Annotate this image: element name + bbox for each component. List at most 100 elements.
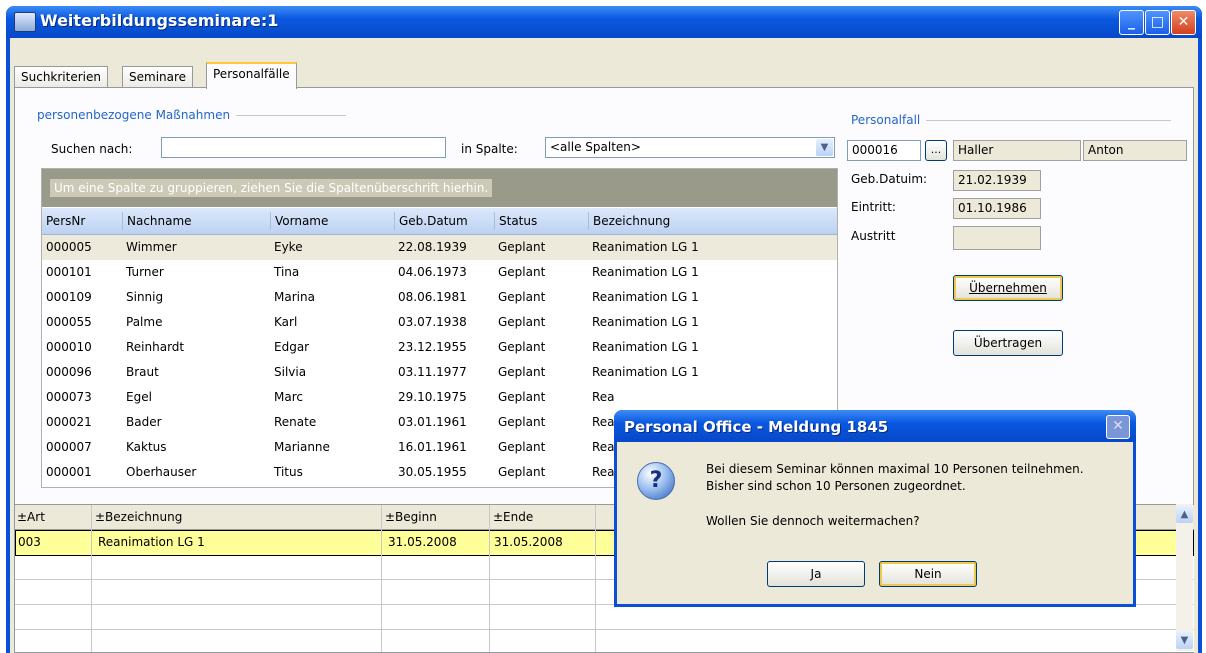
col-header-gebdatum[interactable]: Geb.Datum	[394, 212, 468, 230]
cell-status: Geplant	[498, 415, 546, 429]
cell-nachname: Reinhardt	[126, 340, 185, 354]
cell-bezeichnung: Rea	[592, 390, 615, 404]
table-row[interactable]: 000055 Palme Karl 03.07.1938 Geplant Reanimat…	[42, 310, 837, 335]
cell-vorname: Edgar	[274, 340, 310, 354]
window-titlebar[interactable]: Weiterbildungsseminare:1 _ □ ✕	[6, 6, 1202, 38]
cell-persnr: 000109	[46, 290, 92, 304]
browse-button[interactable]: ...	[925, 140, 947, 161]
cell-persnr: 000055	[46, 315, 92, 329]
divider	[236, 115, 347, 116]
vertical-scrollbar[interactable]: ▲ ▼	[1176, 504, 1193, 651]
scroll-up-icon[interactable]: ▲	[1176, 506, 1193, 523]
table-row[interactable]: 000101 Turner Tina 04.06.1973 Geplant Reanima…	[42, 260, 837, 285]
table-row[interactable]: 000096 Braut Silvia 03.11.1977 Geplant Reanim…	[42, 360, 837, 385]
uebertragen-button[interactable]: Übertragen	[953, 330, 1063, 356]
col-header-status[interactable]: Status	[494, 212, 537, 230]
cell-bezeichnung: Rea	[592, 415, 615, 429]
yes-button[interactable]: Ja	[767, 561, 865, 587]
table-row[interactable]	[15, 605, 1194, 630]
uebernehmen-button[interactable]: Übernehmen	[953, 275, 1063, 301]
dialog-body: ? Bei diesem Seminar können maximal 10 P…	[617, 442, 1133, 604]
cell-nachname: Egel	[126, 390, 152, 404]
cell-vorname: Silvia	[274, 365, 307, 379]
col-header-nachname[interactable]: Nachname	[122, 212, 192, 230]
group-hint: Um eine Spalte zu gruppieren, ziehen Sie…	[50, 179, 493, 197]
close-icon[interactable]: ✕	[1106, 415, 1130, 439]
cell-status: Geplant	[498, 390, 546, 404]
column-select[interactable]: <alle Spalten> ▼	[545, 137, 835, 158]
austritt-label: Austritt	[851, 229, 896, 243]
uebernehmen-label: Übernehmen	[969, 281, 1047, 295]
cell-nachname: Kaktus	[126, 440, 167, 454]
app-icon	[14, 12, 36, 32]
eintritt-field: 01.10.1986	[953, 198, 1041, 219]
col-header-persnr[interactable]: PersNr	[42, 212, 85, 230]
col-divider	[489, 505, 490, 652]
cell-vorname: Eyke	[274, 240, 303, 254]
search-group-title: personenbezogene Maßnahmen	[37, 108, 347, 122]
geb-label: Geb.Datuim:	[851, 172, 928, 186]
cell-nachname: Bader	[126, 415, 162, 429]
maximize-icon[interactable]: □	[1145, 10, 1170, 35]
nachname-field: Haller	[953, 140, 1081, 161]
divider	[926, 120, 1172, 121]
cell-nachname: Palme	[126, 315, 163, 329]
cell-ende: 31.05.2008	[494, 535, 563, 549]
cell-bezeichnung: Reanimation LG 1	[592, 315, 699, 329]
col-header-bezeichnung[interactable]: Bezeichnung	[588, 212, 670, 230]
cell-bezeichnung: Reanimation LG 1	[592, 240, 699, 254]
no-button[interactable]: Nein	[879, 561, 977, 587]
col-header-art[interactable]: ±Art	[17, 510, 45, 524]
geb-field: 21.02.1939	[953, 170, 1041, 191]
search-label: Suchen nach:	[51, 142, 133, 156]
cell-gebdatum: 30.05.1955	[398, 465, 467, 479]
cell-vorname: Renate	[274, 415, 317, 429]
table-row[interactable]: 000073 Egel Marc 29.10.1975 Geplant Rea	[42, 385, 837, 410]
tab-seminare[interactable]: Seminare	[122, 66, 194, 87]
close-icon[interactable]: ✕	[1171, 10, 1196, 35]
cell-persnr: 000101	[46, 265, 92, 279]
table-row[interactable]: 000109 Sinnig Marina 08.06.1981 Geplant Reani…	[42, 285, 837, 310]
cell-persnr: 000096	[46, 365, 92, 379]
cell-vorname: Marianne	[274, 440, 330, 454]
cell-bezeichnung: Reanimation LG 1	[592, 340, 699, 354]
cell-vorname: Titus	[274, 465, 303, 479]
cell-gebdatum: 16.01.1961	[398, 440, 467, 454]
dialog-titlebar[interactable]: Personal Office - Meldung 1845 ✕	[614, 410, 1136, 442]
cell-vorname: Tina	[274, 265, 300, 279]
cell-nachname: Oberhauser	[126, 465, 197, 479]
col-header-beginn[interactable]: ±Beginn	[385, 510, 437, 524]
table-row[interactable]	[15, 630, 1194, 653]
cell-status: Geplant	[498, 265, 546, 279]
cell-bezeichnung: Rea	[592, 465, 615, 479]
col-header-ende[interactable]: ±Ende	[493, 510, 533, 524]
cell-gebdatum: 03.11.1977	[398, 365, 467, 379]
table-row[interactable]: 000005 Wimmer Eyke 22.08.1939 Geplant Reanima…	[42, 235, 837, 260]
eintritt-label: Eintritt:	[851, 200, 896, 214]
cell-status: Geplant	[498, 340, 546, 354]
cell-vorname: Marc	[274, 390, 303, 404]
cell-persnr: 000005	[46, 240, 92, 254]
cell-gebdatum: 03.07.1938	[398, 315, 467, 329]
col-header-vorname[interactable]: Vorname	[270, 212, 328, 230]
cell-status: Geplant	[498, 365, 546, 379]
tab-suchkriterien[interactable]: Suchkriterien	[14, 66, 108, 87]
search-input[interactable]	[161, 137, 446, 158]
persnr-field[interactable]: 000016	[847, 140, 921, 161]
scroll-down-icon[interactable]: ▼	[1176, 632, 1193, 649]
cell-gebdatum: 08.06.1981	[398, 290, 467, 304]
col-header-bezeichnung[interactable]: ±Bezeichnung	[95, 510, 182, 524]
message-dialog: Personal Office - Meldung 1845 ✕ ? Bei d…	[614, 410, 1136, 607]
column-select-value: <alle Spalten>	[550, 140, 641, 154]
group-by-area[interactable]: Um eine Spalte zu gruppieren, ziehen Sie…	[42, 169, 837, 207]
column-label: in Spalte:	[461, 142, 518, 156]
cell-persnr: 000073	[46, 390, 92, 404]
minimize-icon[interactable]: _	[1119, 10, 1144, 35]
tab-personalfaelle[interactable]: Personalfälle	[206, 62, 297, 89]
chevron-down-icon[interactable]: ▼	[816, 139, 833, 156]
table-row[interactable]: 000010 Reinhardt Edgar 23.12.1955 Geplant Rea…	[42, 335, 837, 360]
cell-persnr: 000001	[46, 465, 92, 479]
col-divider	[91, 505, 92, 652]
dialog-message-line2: Bisher sind schon 10 Personen zugeordnet…	[706, 479, 966, 493]
cell-bezeichnung: Rea	[592, 440, 615, 454]
